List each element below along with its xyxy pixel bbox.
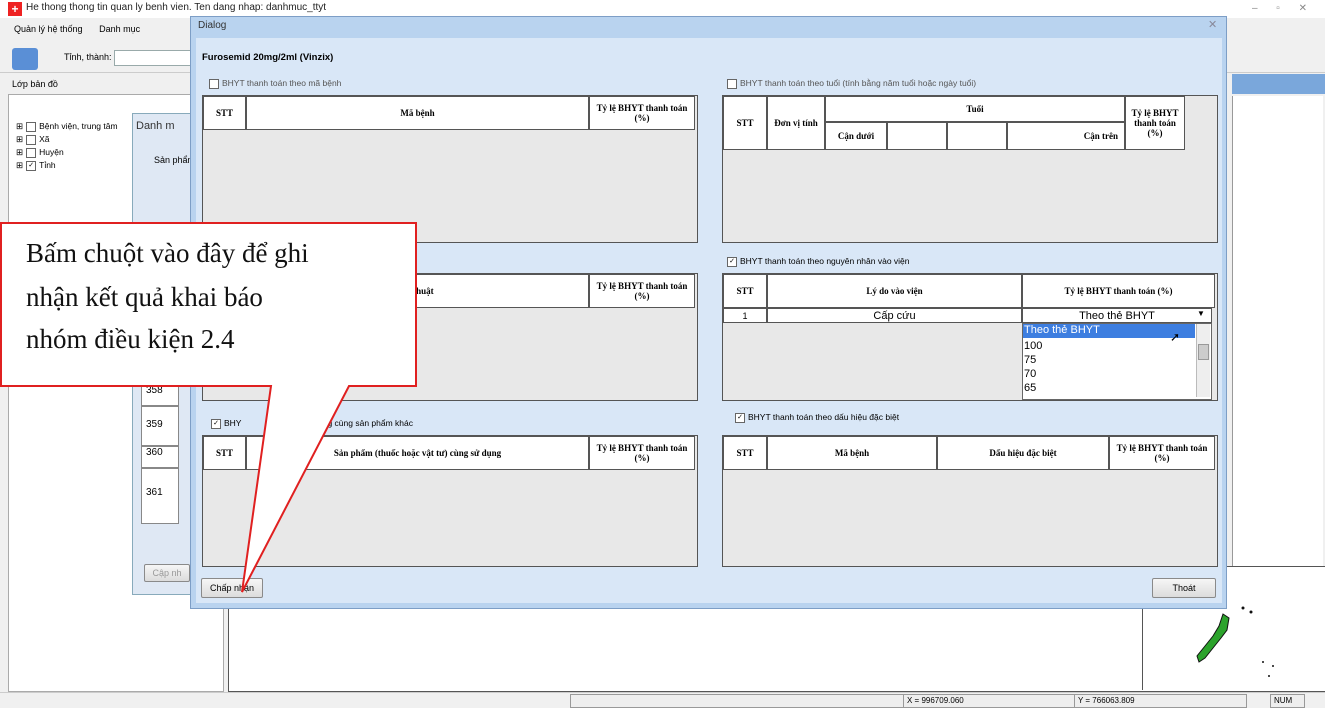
- status-bar: X = 996709.060 Y = 766063.809 NUM: [0, 692, 1325, 708]
- status-num: NUM: [1270, 694, 1305, 708]
- callout-line: Bấm chuột vào đây để ghi: [26, 238, 309, 268]
- callout-line: nhận kết quả khai báo: [26, 282, 263, 312]
- status-cell: [570, 694, 905, 708]
- status-x: X = 996709.060: [903, 694, 1076, 708]
- status-y: Y = 766063.809: [1074, 694, 1247, 708]
- callout-line: nhóm điều kiện 2.4: [26, 324, 235, 354]
